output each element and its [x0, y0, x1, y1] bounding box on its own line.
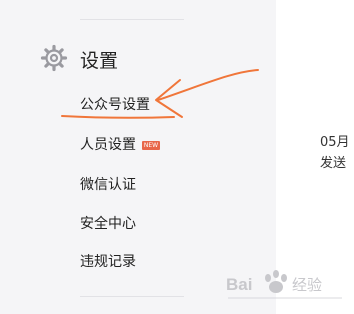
main-date-text: 05月	[320, 135, 350, 150]
sidebar-item-account-settings[interactable]: 公众号设置	[80, 94, 150, 114]
new-badge: NEW	[142, 140, 160, 150]
sidebar-item-label: 微信认证	[80, 177, 136, 193]
section-title: 设置	[80, 50, 119, 72]
svg-text:经验: 经验	[292, 277, 322, 294]
sidebar-item-staff-settings[interactable]: 人员设置 NEW	[80, 134, 160, 154]
sidebar-item-security-center[interactable]: 安全中心	[80, 213, 136, 233]
sidebar-item-wechat-verification[interactable]: 微信认证	[80, 174, 136, 194]
main-send-text: 发送	[320, 156, 347, 171]
gear-icon	[40, 44, 68, 72]
sidebar-item-label: 人员设置	[80, 137, 136, 153]
sidebar-item-label: 安全中心	[80, 216, 136, 232]
sidebar-item-label: 违规记录	[80, 254, 136, 270]
bottom-divider	[80, 296, 184, 297]
sidebar-item-label: 公众号设置	[80, 97, 150, 113]
top-divider	[80, 19, 184, 20]
svg-text:Bai: Bai	[226, 275, 252, 294]
baidu-watermark: Bai 经验	[226, 270, 342, 299]
sidebar-item-violation-records[interactable]: 违规记录	[80, 251, 136, 271]
